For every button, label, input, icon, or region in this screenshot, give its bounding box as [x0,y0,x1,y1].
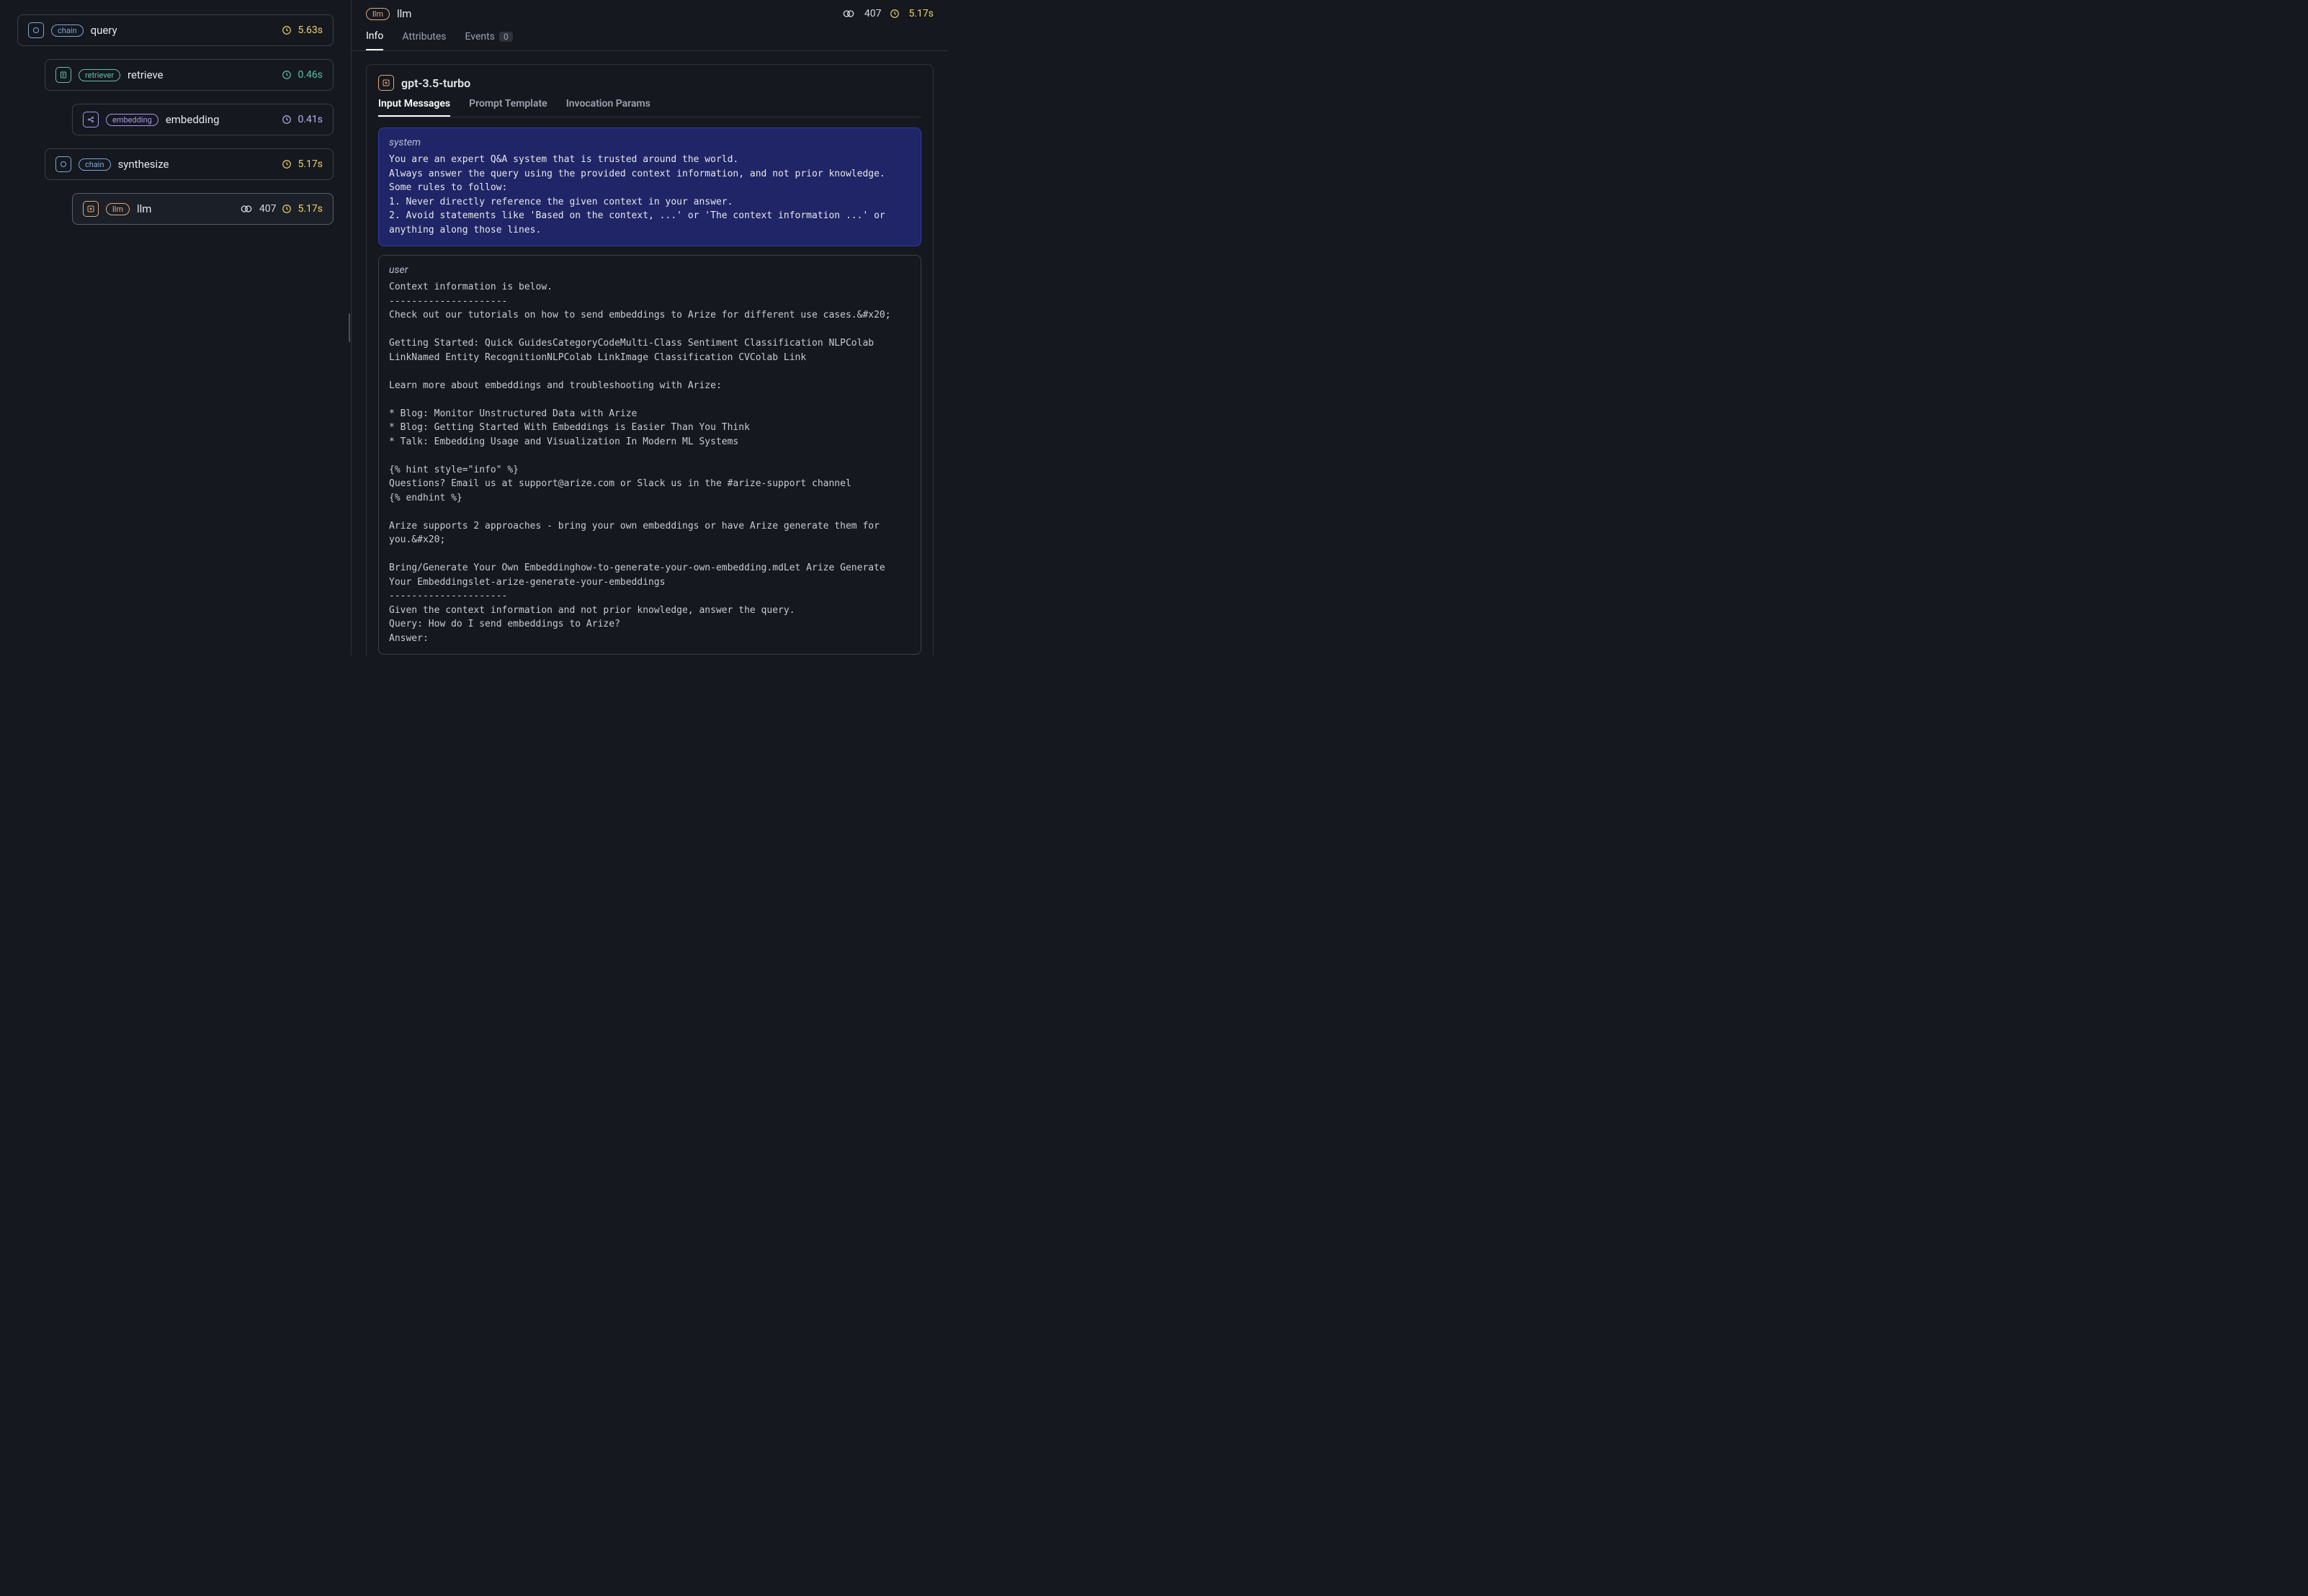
trace-row-retrieve[interactable]: retriever retrieve 0.46s [45,59,334,91]
kind-pill: chain [79,158,111,171]
span-title: llm [397,7,411,20]
row-label: query [91,24,117,37]
subtab-input-messages[interactable]: Input Messages [378,98,450,117]
token-count: 407 [864,8,882,19]
clock-icon [282,204,292,214]
detail-content: gpt-3.5-turbo Input Messages Prompt Templ… [352,51,948,655]
message-role: user [389,264,911,276]
row-label: retrieve [128,68,164,81]
clock-icon [890,9,900,19]
tab-count-badge: 0 [499,32,513,42]
subtab-invocation-params[interactable]: Invocation Params [566,98,650,117]
message-role: system [389,137,911,148]
clock-icon [282,25,292,35]
tab-info[interactable]: Info [366,30,383,50]
token-icon [241,203,252,215]
row-duration: 5.63s [298,24,323,36]
trace-row-synthesize[interactable]: chain synthesize 5.17s [45,148,334,180]
trace-tree: chain query 5.63s retriever retrieve 0.46s emb… [17,14,334,225]
chain-icon [28,22,44,38]
app-root: chain query 5.63s retriever retrieve 0.46s emb… [0,0,948,655]
row-label: llm [137,202,151,215]
kind-pill: chain [51,24,84,37]
message-system: system You are an expert Q&A system that … [378,127,921,246]
message-user: user Context information is below. ------… [378,255,921,655]
span-kind-pill: llm [366,8,390,20]
detail-header: llm llm 407 5.17s [352,0,948,20]
row-label: synthesize [118,158,169,171]
tab-label: Attributes [402,31,446,42]
kind-pill: llm [106,203,130,215]
clock-icon [282,115,292,125]
detail-tabs: Info Attributes Events 0 [352,20,948,51]
llm-icon [83,201,99,217]
subtab-prompt-template[interactable]: Prompt Template [469,98,547,117]
input-subtabs: Input Messages Prompt Template Invocation … [378,98,921,117]
kind-pill: retriever [79,69,120,81]
model-name: gpt-3.5-turbo [401,76,470,90]
message-content: You are an expert Q&A system that is tru… [389,153,911,237]
tab-label: Events [465,31,495,42]
row-duration: 0.41s [298,114,323,125]
clock-icon [282,159,292,169]
input-messages-list: system You are an expert Q&A system that … [378,127,921,655]
retriever-icon [55,67,71,83]
row-label: embedding [166,113,220,126]
row-duration: 0.46s [298,69,323,81]
chain-icon [55,156,71,172]
model-panel: gpt-3.5-turbo Input Messages Prompt Templ… [366,64,934,655]
kind-pill: embedding [106,114,158,126]
clock-icon [282,70,292,80]
row-duration: 5.17s [298,158,323,170]
tab-attributes[interactable]: Attributes [402,30,446,50]
tab-label: Info [366,30,383,42]
row-duration: 5.17s [298,203,323,215]
detail-pane: llm llm 407 5.17s Info Attributes Events 0 [352,0,948,655]
message-content: Context information is below. ----------… [389,280,911,645]
tab-events[interactable]: Events 0 [465,30,513,50]
trace-row-query[interactable]: chain query 5.63s [17,14,334,46]
header-duration: 5.17s [908,8,934,19]
trace-tree-pane: chain query 5.63s retriever retrieve 0.46s emb… [0,0,352,655]
token-count: 407 [259,203,277,215]
token-icon [843,8,854,19]
llm-icon [378,75,394,91]
pane-resize-handle[interactable] [349,313,353,342]
trace-row-embedding[interactable]: embedding embedding 0.41s [72,104,334,135]
embedding-icon [83,112,99,127]
trace-row-llm[interactable]: llmllm 407 5.17s [72,193,334,225]
